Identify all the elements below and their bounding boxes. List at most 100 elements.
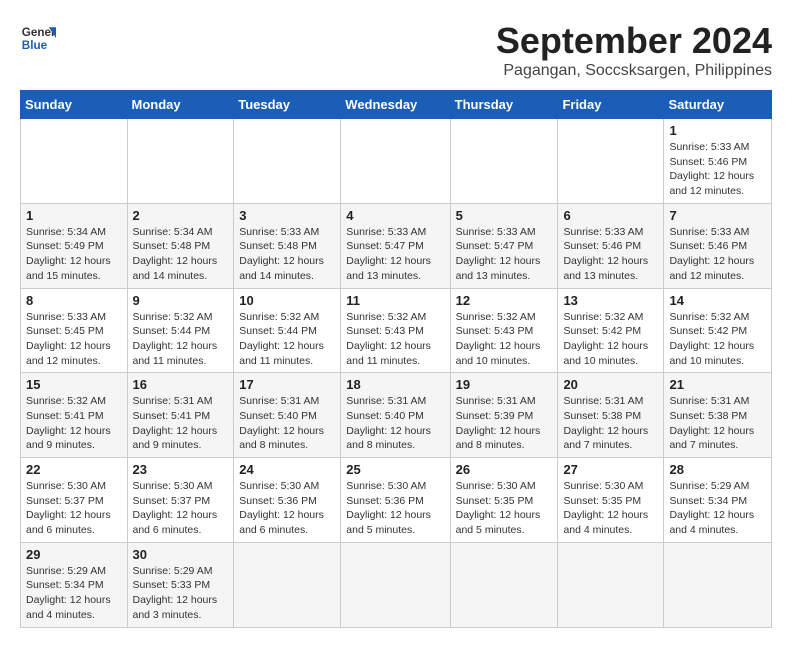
calendar-cell: 8Sunrise: 5:33 AMSunset: 5:45 PMDaylight…	[21, 288, 128, 373]
day-info: Sunrise: 5:30 AMSunset: 5:36 PMDaylight:…	[239, 479, 335, 538]
location-subtitle: Pagangan, Soccsksargen, Philippines	[496, 62, 772, 80]
calendar-table: SundayMondayTuesdayWednesdayThursdayFrid…	[20, 90, 772, 628]
day-info: Sunrise: 5:31 AMSunset: 5:38 PMDaylight:…	[563, 394, 658, 453]
day-number: 12	[456, 293, 553, 308]
calendar-cell: 27 Sunrise: 5:30 AMSunset: 5:35 PMDayligh…	[558, 458, 664, 543]
calendar-day-header: Tuesday	[234, 91, 341, 119]
calendar-cell: 10 Sunrise: 5:32 AMSunset: 5:44 PMDayligh…	[234, 288, 341, 373]
calendar-cell	[664, 542, 772, 627]
day-info: Sunrise: 5:32 AMSunset: 5:43 PMDaylight:…	[456, 310, 553, 369]
calendar-cell: 2 Sunrise: 5:34 AMSunset: 5:48 PMDaylight…	[127, 203, 234, 288]
calendar-cell: 14 Sunrise: 5:32 AMSunset: 5:42 PMDayligh…	[664, 288, 772, 373]
calendar-cell: 18Sunrise: 5:31 AMSunset: 5:40 PMDayligh…	[341, 373, 450, 458]
calendar-cell: 24 Sunrise: 5:30 AMSunset: 5:36 PMDayligh…	[234, 458, 341, 543]
calendar-cell: 1Sunrise: 5:34 AMSunset: 5:49 PMDaylight…	[21, 203, 128, 288]
calendar-cell: 13Sunrise: 5:32 AMSunset: 5:42 PMDayligh…	[558, 288, 664, 373]
calendar-cell: 7 Sunrise: 5:33 AMSunset: 5:46 PMDaylight…	[664, 203, 772, 288]
calendar-cell	[558, 542, 664, 627]
day-number: 1	[669, 123, 766, 138]
day-number: 28	[669, 462, 766, 477]
day-number: 10	[239, 293, 335, 308]
calendar-cell: 19 Sunrise: 5:31 AMSunset: 5:39 PMDayligh…	[450, 373, 558, 458]
day-number: 19	[456, 377, 553, 392]
calendar-cell: 20 Sunrise: 5:31 AMSunset: 5:38 PMDayligh…	[558, 373, 664, 458]
day-number: 14	[669, 293, 766, 308]
day-info: Sunrise: 5:32 AMSunset: 5:44 PMDaylight:…	[239, 310, 335, 369]
day-info: Sunrise: 5:30 AMSunset: 5:35 PMDaylight:…	[563, 479, 658, 538]
logo-icon: General Blue	[20, 20, 56, 56]
calendar-cell: 26 Sunrise: 5:30 AMSunset: 5:35 PMDayligh…	[450, 458, 558, 543]
day-info: Sunrise: 5:31 AMSunset: 5:38 PMDaylight:…	[669, 394, 766, 453]
day-number: 9	[133, 293, 229, 308]
calendar-day-header: Saturday	[664, 91, 772, 119]
calendar-cell: 28 Sunrise: 5:29 AMSunset: 5:34 PMDayligh…	[664, 458, 772, 543]
calendar-cell	[341, 119, 450, 204]
calendar-cell: 12 Sunrise: 5:32 AMSunset: 5:43 PMDayligh…	[450, 288, 558, 373]
day-number: 22	[26, 462, 122, 477]
calendar-day-header: Sunday	[21, 91, 128, 119]
day-info: Sunrise: 5:34 AMSunset: 5:48 PMDaylight:…	[133, 225, 229, 284]
day-info: Sunrise: 5:33 AMSunset: 5:46 PMDaylight:…	[669, 225, 766, 284]
calendar-cell	[450, 542, 558, 627]
day-info: Sunrise: 5:33 AMSunset: 5:47 PMDaylight:…	[456, 225, 553, 284]
calendar-cell: 23Sunrise: 5:30 AMSunset: 5:37 PMDayligh…	[127, 458, 234, 543]
day-number: 23	[133, 462, 229, 477]
day-number: 11	[346, 293, 444, 308]
day-info: Sunrise: 5:31 AMSunset: 5:39 PMDaylight:…	[456, 394, 553, 453]
calendar-cell	[341, 542, 450, 627]
day-info: Sunrise: 5:30 AMSunset: 5:35 PMDaylight:…	[456, 479, 553, 538]
calendar-cell: 29Sunrise: 5:29 AMSunset: 5:34 PMDayligh…	[21, 542, 128, 627]
day-info: Sunrise: 5:33 AMSunset: 5:46 PMDaylight:…	[563, 225, 658, 284]
calendar-cell: 4 Sunrise: 5:33 AMSunset: 5:47 PMDaylight…	[341, 203, 450, 288]
day-info: Sunrise: 5:31 AMSunset: 5:40 PMDaylight:…	[239, 394, 335, 453]
calendar-cell: 11 Sunrise: 5:32 AMSunset: 5:43 PMDayligh…	[341, 288, 450, 373]
calendar-cell: 22Sunrise: 5:30 AMSunset: 5:37 PMDayligh…	[21, 458, 128, 543]
day-number: 18	[346, 377, 444, 392]
day-number: 3	[239, 208, 335, 223]
calendar-cell	[558, 119, 664, 204]
day-number: 24	[239, 462, 335, 477]
calendar-header: September 2024 Pagangan, Soccsksargen, P…	[496, 20, 772, 80]
day-info: Sunrise: 5:29 AMSunset: 5:34 PMDaylight:…	[669, 479, 766, 538]
svg-text:Blue: Blue	[22, 39, 48, 52]
calendar-day-header: Wednesday	[341, 91, 450, 119]
calendar-cell: 21 Sunrise: 5:31 AMSunset: 5:38 PMDayligh…	[664, 373, 772, 458]
day-number: 27	[563, 462, 658, 477]
day-number: 16	[133, 377, 229, 392]
calendar-day-header: Friday	[558, 91, 664, 119]
calendar-cell	[21, 119, 128, 204]
day-info: Sunrise: 5:32 AMSunset: 5:41 PMDaylight:…	[26, 394, 122, 453]
calendar-cell: 17 Sunrise: 5:31 AMSunset: 5:40 PMDayligh…	[234, 373, 341, 458]
calendar-cell	[234, 542, 341, 627]
day-number: 29	[26, 547, 122, 562]
day-info: Sunrise: 5:32 AMSunset: 5:42 PMDaylight:…	[669, 310, 766, 369]
calendar-cell	[127, 119, 234, 204]
day-number: 25	[346, 462, 444, 477]
day-info: Sunrise: 5:32 AMSunset: 5:44 PMDaylight:…	[133, 310, 229, 369]
day-number: 1	[26, 208, 122, 223]
day-number: 4	[346, 208, 444, 223]
calendar-cell	[450, 119, 558, 204]
month-year-title: September 2024	[496, 20, 772, 62]
day-number: 5	[456, 208, 553, 223]
day-info: Sunrise: 5:33 AMSunset: 5:47 PMDaylight:…	[346, 225, 444, 284]
calendar-cell: 16 Sunrise: 5:31 AMSunset: 5:41 PMDayligh…	[127, 373, 234, 458]
day-info: Sunrise: 5:32 AMSunset: 5:43 PMDaylight:…	[346, 310, 444, 369]
day-info: Sunrise: 5:29 AMSunset: 5:33 PMDaylight:…	[133, 564, 229, 623]
day-number: 20	[563, 377, 658, 392]
calendar-day-header: Thursday	[450, 91, 558, 119]
day-info: Sunrise: 5:33 AMSunset: 5:45 PMDaylight:…	[26, 310, 122, 369]
day-number: 6	[563, 208, 658, 223]
day-number: 17	[239, 377, 335, 392]
day-number: 7	[669, 208, 766, 223]
day-info: Sunrise: 5:33 AMSunset: 5:48 PMDaylight:…	[239, 225, 335, 284]
logo: General Blue	[20, 20, 62, 56]
calendar-cell: 25Sunrise: 5:30 AMSunset: 5:36 PMDayligh…	[341, 458, 450, 543]
calendar-cell: 6 Sunrise: 5:33 AMSunset: 5:46 PMDaylight…	[558, 203, 664, 288]
day-number: 2	[133, 208, 229, 223]
calendar-cell: 9 Sunrise: 5:32 AMSunset: 5:44 PMDaylight…	[127, 288, 234, 373]
day-number: 26	[456, 462, 553, 477]
calendar-cell: 3 Sunrise: 5:33 AMSunset: 5:48 PMDaylight…	[234, 203, 341, 288]
day-info: Sunrise: 5:31 AMSunset: 5:41 PMDaylight:…	[133, 394, 229, 453]
day-number: 21	[669, 377, 766, 392]
